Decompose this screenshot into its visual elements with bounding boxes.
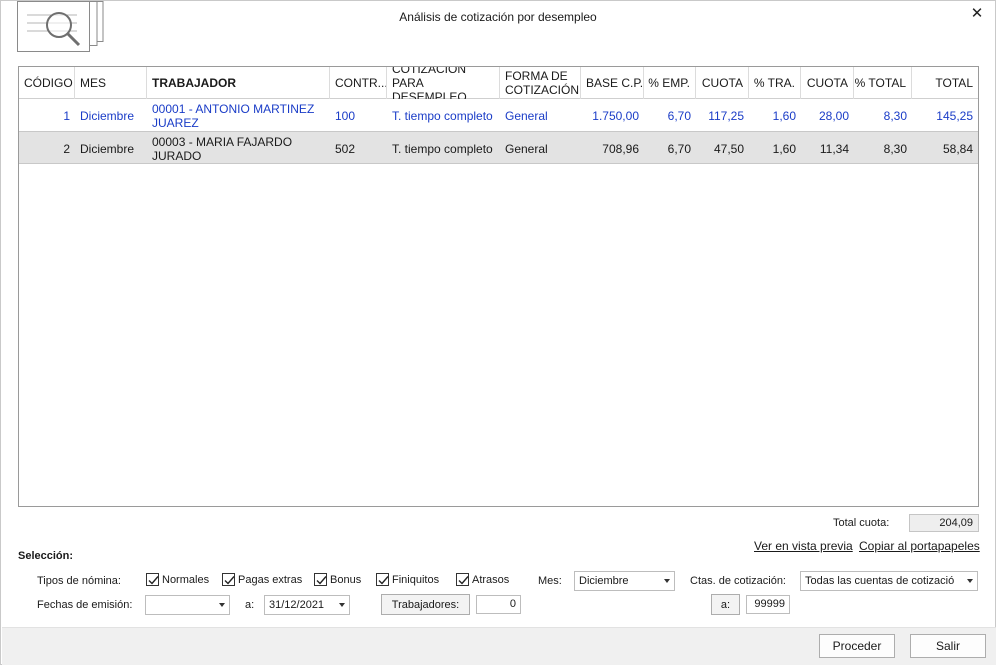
cell-forma: General <box>505 108 548 123</box>
cell-cotizacion: T. tiempo completo <box>392 141 493 156</box>
checkbox-label: Pagas extras <box>238 573 303 586</box>
month-label: Mes: <box>538 575 562 587</box>
checkbox-label: Atrasos <box>472 573 510 586</box>
data-grid: CÓDIGO MES TRABAJADOR CONTR... COTIZACIÓ… <box>18 66 979 507</box>
cell-cotizacion: T. tiempo completo <box>392 108 493 123</box>
col-header-pct-emp[interactable]: % EMP. <box>644 67 696 99</box>
analysis-dialog: Análisis de cotización por desempleo ✕ C… <box>0 0 996 665</box>
col-header-cuota-emp[interactable]: CUOTA <box>696 67 749 99</box>
checkbox-finiquitos[interactable]: Finiquitos <box>376 573 439 586</box>
cell-codigo: 1 <box>63 108 70 123</box>
cell-cuota-emp: 117,25 <box>708 108 744 123</box>
col-header-mes[interactable]: MES <box>75 67 147 99</box>
cell-total: 58,84 <box>942 141 973 156</box>
col-header-trabajador[interactable]: TRABAJADOR <box>147 67 330 99</box>
total-cuota-label: Total cuota: <box>833 517 890 529</box>
col-header-total[interactable]: TOTAL <box>912 67 978 99</box>
table-row[interactable]: 2 Diciembre 00003 - MARIA FAJARDO JURADO… <box>19 131 978 164</box>
checkbox-label: Normales <box>162 573 210 586</box>
checkbox-pagas-extras[interactable]: Pagas extras <box>222 573 302 586</box>
cell-trabajador: 00001 - ANTONIO MARTINEZ JUAREZ <box>152 101 315 130</box>
workers-button[interactable]: Trabajadores: <box>381 594 470 615</box>
col-header-contrato[interactable]: CONTR... <box>330 67 387 99</box>
date-to-label: a: <box>245 599 255 611</box>
cell-cuota-emp: 47,50 <box>713 141 744 156</box>
cell-forma: General <box>505 141 548 156</box>
cell-pct-emp: 6,70 <box>667 108 691 123</box>
chevron-down-icon <box>219 603 225 607</box>
cell-total: 145,25 <box>936 108 973 123</box>
cell-pct-total: 8,30 <box>883 108 907 123</box>
cell-contrato: 100 <box>335 108 356 123</box>
checkmark-icon <box>222 573 235 586</box>
chevron-down-icon <box>664 579 670 583</box>
cell-codigo: 2 <box>63 141 70 156</box>
accounts-select-value: Todas las cuentas de cotizació <box>805 575 955 587</box>
col-header-base-cp[interactable]: BASE C.P. <box>581 67 644 99</box>
checkmark-icon <box>376 573 389 586</box>
issue-dates-label: Fechas de emisión: <box>37 599 133 611</box>
cell-contrato: 502 <box>335 141 356 156</box>
chevron-down-icon <box>967 579 973 583</box>
checkbox-label: Finiquitos <box>392 573 440 586</box>
col-header-pct-tra[interactable]: % TRA. <box>749 67 801 99</box>
table-row[interactable]: 1 Diciembre 00001 - ANTONIO MARTINEZ JUA… <box>19 99 978 132</box>
col-header-codigo[interactable]: CÓDIGO <box>19 67 75 99</box>
checkbox-bonus[interactable]: Bonus <box>314 573 361 586</box>
cell-pct-emp: 6,70 <box>667 141 691 156</box>
payroll-types-label: Tipos de nómina: <box>37 575 121 587</box>
cell-pct-tra: 1,60 <box>772 141 796 156</box>
report-magnifier-icon <box>17 1 107 53</box>
accounts-label: Ctas. de cotización: <box>690 575 786 587</box>
col-header-forma-cotizacion[interactable]: FORMA DE COTIZACIÓN <box>500 67 581 99</box>
checkbox-atrasos[interactable]: Atrasos <box>456 573 509 586</box>
date-to-value: 31/12/2021 <box>269 599 325 611</box>
checkbox-label: Bonus <box>330 573 362 586</box>
workers-to-input[interactable]: 99999 <box>746 595 790 614</box>
proceed-button[interactable]: Proceder <box>819 634 895 658</box>
cell-mes: Diciembre <box>80 141 135 156</box>
accounts-select[interactable]: Todas las cuentas de cotizació <box>800 571 978 591</box>
checkbox-normales[interactable]: Normales <box>146 573 209 586</box>
cell-base-cp: 1.750,00 <box>592 108 639 123</box>
month-select[interactable]: Diciembre <box>574 571 675 591</box>
total-cuota-value: 204,09 <box>909 514 979 532</box>
col-header-cuota-tra[interactable]: CUOTA <box>801 67 854 99</box>
copy-clipboard-link[interactable]: Copiar al portapapeles <box>859 539 980 553</box>
workers-to-button[interactable]: a: <box>711 594 740 615</box>
checkmark-icon <box>456 573 469 586</box>
cell-trabajador: 00003 - MARIA FAJARDO JURADO <box>152 134 293 163</box>
col-header-pct-total[interactable]: % TOTAL <box>854 67 912 99</box>
exit-button[interactable]: Salir <box>910 634 986 658</box>
chevron-down-icon <box>339 603 345 607</box>
col-header-cotizacion-desempleo[interactable]: COTIZACIÓN PARA DESEMPLEO <box>387 67 500 99</box>
checkmark-icon <box>146 573 159 586</box>
cell-pct-tra: 1,60 <box>772 108 796 123</box>
cell-mes: Diciembre <box>80 108 135 123</box>
date-from-select[interactable] <box>145 595 230 615</box>
cell-cuota-tra: 28,00 <box>818 108 849 123</box>
month-select-value: Diciembre <box>579 575 629 587</box>
preview-link[interactable]: Ver en vista previa <box>754 539 853 553</box>
cell-pct-total: 8,30 <box>883 141 907 156</box>
workers-from-input[interactable]: 0 <box>476 595 521 614</box>
cell-cuota-tra: 11,34 <box>819 141 849 156</box>
date-to-select[interactable]: 31/12/2021 <box>264 595 350 615</box>
close-icon[interactable]: ✕ <box>967 5 987 23</box>
window-title: Análisis de cotización por desempleo <box>399 10 597 24</box>
grid-header: CÓDIGO MES TRABAJADOR CONTR... COTIZACIÓ… <box>19 67 978 99</box>
checkmark-icon <box>314 573 327 586</box>
cell-base-cp: 708,96 <box>602 141 639 156</box>
selection-title: Selección: <box>18 550 74 562</box>
